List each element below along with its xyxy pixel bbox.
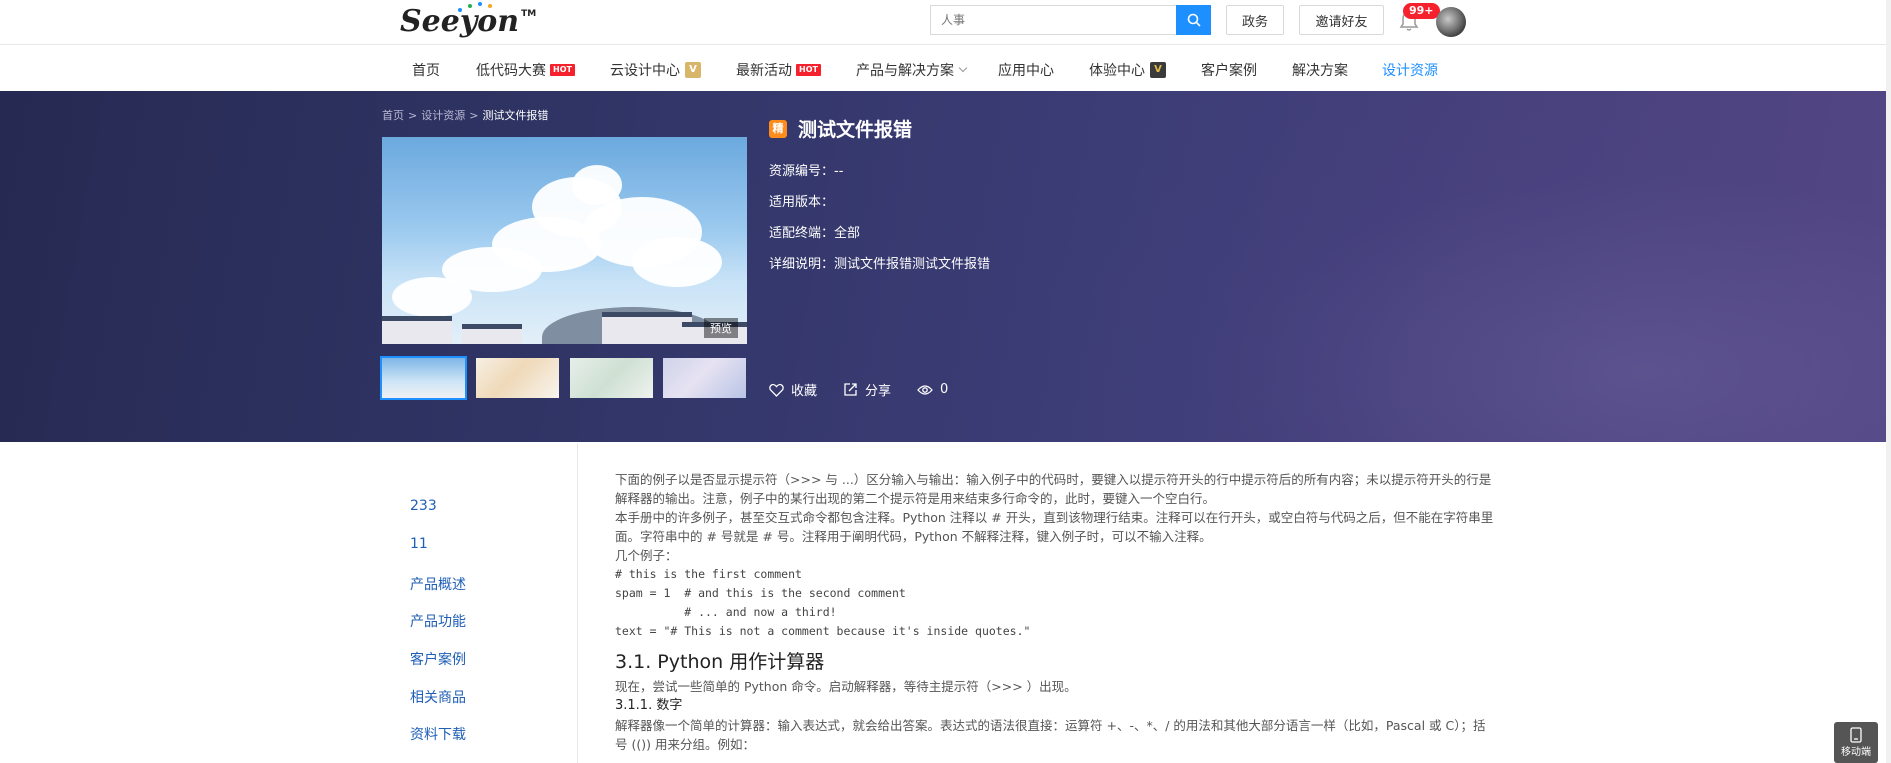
code-line: # this is the first comment	[615, 567, 802, 581]
chevron-down-icon	[958, 63, 968, 73]
sidebar-divider	[577, 443, 578, 763]
nav-label: 最新活动	[736, 63, 792, 79]
nav-label: 设计资源	[1382, 63, 1438, 79]
preview-label[interactable]: 预览	[704, 318, 738, 338]
code-line: # ... and now a third!	[615, 605, 837, 619]
notification-badge: 99+	[1403, 3, 1440, 19]
info-row-version: 适用版本：	[769, 195, 835, 210]
nav-label: 解决方案	[1292, 63, 1348, 79]
seeyon-logo[interactable]: Seeyon TM	[400, 2, 537, 39]
breadcrumb-sep: >	[469, 108, 479, 122]
view-count: 0	[917, 382, 948, 397]
sidebar-item-cases[interactable]: 客户案例	[410, 649, 466, 669]
code-line: spam = 1 # and this is the second commen…	[615, 586, 906, 600]
gov-button[interactable]: 政务	[1226, 5, 1284, 35]
nav-label: 客户案例	[1201, 63, 1257, 79]
nav-label: 首页	[412, 63, 440, 79]
search-button[interactable]	[1176, 5, 1211, 35]
breadcrumb-parent[interactable]: 设计资源	[421, 107, 465, 123]
thumbnail-1[interactable]	[380, 356, 467, 400]
mobile-version-button[interactable]: 移动端	[1834, 722, 1878, 763]
search-input[interactable]	[930, 5, 1177, 35]
banner-glow	[1050, 91, 1886, 442]
phone-icon	[1850, 727, 1862, 743]
nav-item-latest-events[interactable]: 最新活动 HOT	[736, 60, 821, 80]
share-icon	[844, 383, 857, 396]
nav-item-app-center[interactable]: 应用中心	[998, 60, 1054, 80]
sidebar-item-downloads[interactable]: 资料下载	[410, 724, 466, 744]
breadcrumb-home[interactable]: 首页	[382, 107, 404, 123]
paragraph: 现在，尝试一些简单的 Python 命令。启动解释器，等待主提示符（>>> ）出…	[615, 679, 1077, 694]
article-content: 下面的例子以是否显示提示符（>>> 与 ...）区分输入与输出：输入例子中的代码…	[615, 470, 1495, 754]
thumbnail-3[interactable]	[570, 358, 653, 398]
sidebar-item-233[interactable]: 233	[410, 498, 437, 514]
info-row-id: 资源编号：--	[769, 164, 844, 179]
nav-item-cloud-design[interactable]: 云设计中心 V	[610, 60, 701, 80]
nav-item-experience-center[interactable]: 体验中心 V	[1089, 60, 1166, 80]
code-line: text = "# This is not a comment because …	[615, 624, 1031, 638]
nav-item-design-resources[interactable]: 设计资源	[1382, 60, 1438, 80]
paragraph: 几个例子：	[615, 548, 678, 563]
eye-icon	[917, 384, 933, 395]
page-scrollbar[interactable]	[1886, 0, 1891, 763]
nav-label: 低代码大赛	[476, 63, 546, 79]
nav-item-products[interactable]: 产品与解决方案	[856, 60, 968, 80]
avatar[interactable]	[1436, 7, 1466, 37]
resource-title-row: 精 测试文件报错	[769, 115, 912, 142]
favorite-label: 收藏	[791, 384, 818, 399]
info-row-terminal: 适配终端：全部	[769, 226, 861, 241]
main-preview-image[interactable]	[382, 137, 747, 344]
nav-label: 应用中心	[998, 63, 1054, 79]
view-count-value: 0	[940, 382, 949, 397]
sidebar-item-related[interactable]: 相关商品	[410, 687, 466, 707]
logo-tm: TM	[521, 9, 537, 19]
subsection-heading: 3.1.1. 数字	[615, 698, 683, 713]
favorite-button[interactable]: 收藏	[769, 380, 817, 399]
logo-dots-icon	[458, 2, 508, 12]
nav-label: 云设计中心	[610, 63, 680, 79]
nav-item-cases[interactable]: 客户案例	[1201, 60, 1257, 80]
mobile-label: 移动端	[1841, 747, 1871, 758]
sidebar-item-overview[interactable]: 产品概述	[410, 574, 466, 594]
top-header: Seeyon TM 政务 邀请好友 99+	[0, 0, 1891, 45]
thumbnail-4[interactable]	[663, 358, 746, 398]
nav-label: 产品与解决方案	[856, 63, 954, 79]
paragraph: 解释器像一个简单的计算器：输入表达式，就会给出答案。表达式的语法很直接：运算符 …	[615, 718, 1486, 752]
section-heading: 3.1. Python 用作计算器	[615, 651, 825, 673]
sidebar-item-11[interactable]: 11	[410, 536, 428, 552]
paragraph: 下面的例子以是否显示提示符（>>> 与 ...）区分输入与输出：输入例子中的代码…	[615, 472, 1492, 506]
nav-item-solutions[interactable]: 解决方案	[1292, 60, 1348, 80]
share-button[interactable]: 分享	[843, 380, 891, 399]
v-badge-icon: V	[685, 62, 701, 78]
hot-badge: HOT	[550, 64, 575, 76]
paragraph: 本手册中的许多例子，甚至交互式命令都包含注释。Python 注释以 # 开头，直…	[615, 510, 1494, 544]
v-badge-icon: V	[1150, 62, 1166, 78]
resource-title: 测试文件报错	[798, 119, 913, 141]
search-icon	[1187, 13, 1201, 27]
featured-badge: 精	[769, 119, 787, 138]
breadcrumb-sep: >	[408, 108, 418, 122]
resource-actions: 收藏 分享 0	[769, 380, 974, 399]
sidebar-item-features[interactable]: 产品功能	[410, 611, 466, 631]
hot-badge: HOT	[796, 64, 821, 76]
share-label: 分享	[865, 384, 892, 399]
main-nav: 首页 低代码大赛 HOT 云设计中心 V 最新活动 HOT 产品与解决方案 应用中心 …	[0, 46, 1891, 90]
nav-item-lowcode-contest[interactable]: 低代码大赛 HOT	[476, 60, 575, 80]
nav-label: 体验中心	[1089, 63, 1145, 79]
heart-icon	[769, 383, 784, 397]
info-row-description: 详细说明：测试文件报错测试文件报错	[769, 257, 991, 272]
resource-banner: 首页 > 设计资源 > 测试文件报错 预览 精 测试文件报错 资源编号：-- 适…	[0, 91, 1886, 442]
breadcrumb: 首页 > 设计资源 > 测试文件报错	[382, 107, 548, 123]
thumbnail-2[interactable]	[476, 358, 559, 398]
breadcrumb-current: 测试文件报错	[482, 109, 549, 122]
invite-friends-button[interactable]: 邀请好友	[1299, 5, 1384, 35]
nav-item-home[interactable]: 首页	[412, 60, 440, 80]
